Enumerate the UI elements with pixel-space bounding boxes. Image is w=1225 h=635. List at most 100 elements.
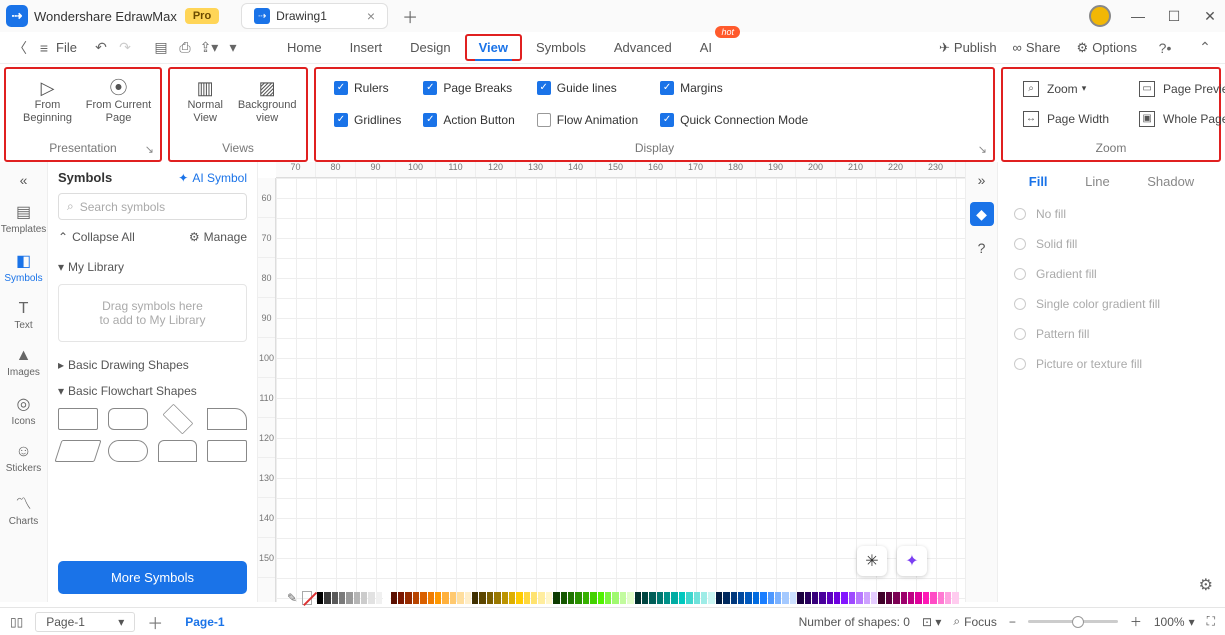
color-swatch[interactable] (413, 592, 419, 604)
whole-page-button[interactable]: ▣Whole Page (1139, 111, 1225, 127)
color-swatch[interactable] (383, 592, 389, 604)
color-swatch[interactable] (708, 592, 714, 604)
collapse-ribbon-button[interactable]: ⌃ (1193, 39, 1217, 56)
color-swatch[interactable] (627, 592, 633, 604)
hamburger-icon[interactable]: ≡ (32, 40, 56, 56)
nav-icons[interactable]: ◎Icons (0, 388, 47, 433)
shape-card[interactable] (207, 408, 247, 430)
print-button[interactable]: ⎙ (173, 39, 197, 56)
ai-symbol-button[interactable]: ✦AI Symbol (178, 171, 247, 185)
fill-tool-icon[interactable]: ◆ (970, 202, 994, 226)
color-swatch[interactable] (856, 592, 862, 604)
color-swatch[interactable] (768, 592, 774, 604)
shape-round-rect[interactable] (108, 408, 148, 430)
nav-images[interactable]: ▲Images (0, 341, 47, 384)
background-view-button[interactable]: ▨Background view (236, 82, 298, 125)
eyedropper-icon[interactable]: ✎ (287, 591, 297, 605)
color-swatch[interactable] (420, 592, 426, 604)
color-swatch[interactable] (346, 592, 352, 604)
more-quickaccess[interactable]: ▾ (221, 39, 245, 56)
color-swatch[interactable] (723, 592, 729, 604)
chk-quick-connection[interactable]: ✓Quick Connection Mode (660, 113, 808, 127)
color-swatch[interactable] (775, 592, 781, 604)
popout-icon[interactable]: ↘ (145, 143, 154, 156)
nav-stickers[interactable]: ☺Stickers (0, 437, 47, 480)
color-swatch[interactable] (376, 592, 382, 604)
share-button[interactable]: ∞Share (1013, 40, 1061, 55)
page-preview-button[interactable]: ▭Page Preview (1139, 81, 1225, 97)
page-width-button[interactable]: ↔Page Width (1023, 111, 1109, 127)
color-swatch[interactable] (938, 592, 944, 604)
chk-gridlines[interactable]: ✓Gridlines (334, 113, 401, 127)
color-swatch[interactable] (745, 592, 751, 604)
from-beginning-button[interactable]: ▷From Beginning (14, 82, 81, 125)
color-swatch[interactable] (568, 592, 574, 604)
page-selector[interactable]: Page-1▾ (35, 612, 135, 632)
color-swatch[interactable] (428, 592, 434, 604)
color-swatch[interactable] (753, 592, 759, 604)
color-swatch[interactable] (516, 592, 522, 604)
focus-button[interactable]: ⌕Focus (953, 614, 996, 629)
menu-insert[interactable]: Insert (336, 34, 397, 61)
color-swatch[interactable] (694, 592, 700, 604)
color-swatch[interactable] (435, 592, 441, 604)
color-swatch[interactable] (812, 592, 818, 604)
color-swatch[interactable] (361, 592, 367, 604)
tab-line[interactable]: Line (1085, 174, 1110, 189)
color-swatch[interactable] (612, 592, 618, 604)
chk-page-breaks[interactable]: ✓Page Breaks (423, 81, 514, 95)
chk-flow-animation[interactable]: Flow Animation (537, 113, 638, 127)
more-symbols-button[interactable]: More Symbols (58, 561, 247, 594)
color-swatch[interactable] (583, 592, 589, 604)
zoom-value[interactable]: 100% ▾ (1154, 615, 1195, 629)
color-swatch[interactable] (827, 592, 833, 604)
zoom-slider[interactable] (1028, 620, 1118, 623)
color-swatch[interactable] (465, 592, 471, 604)
color-swatch[interactable] (553, 592, 559, 604)
color-swatch[interactable] (731, 592, 737, 604)
fill-option[interactable]: Solid fill (1010, 229, 1213, 259)
document-tab[interactable]: ⇢ Drawing1 × (241, 3, 388, 29)
color-swatch[interactable] (457, 592, 463, 604)
color-swatch[interactable] (620, 592, 626, 604)
add-page-button[interactable]: ＋ (147, 610, 163, 634)
shape-data[interactable] (158, 440, 198, 462)
color-swatch[interactable] (317, 592, 323, 604)
color-swatch[interactable] (598, 592, 604, 604)
fill-option[interactable]: Pattern fill (1010, 319, 1213, 349)
collapse-all-button[interactable]: ⌃Collapse All (58, 230, 135, 244)
color-swatch[interactable] (760, 592, 766, 604)
minimize-button[interactable]: ― (1129, 8, 1147, 24)
nav-text[interactable]: TText (0, 294, 47, 337)
color-swatch[interactable] (871, 592, 877, 604)
file-menu[interactable]: File (56, 40, 77, 55)
manage-button[interactable]: ⚙Manage (189, 230, 247, 244)
menu-advanced[interactable]: Advanced (600, 34, 686, 61)
color-swatch[interactable] (908, 592, 914, 604)
nav-templates[interactable]: ▤Templates (0, 196, 47, 241)
chk-rulers[interactable]: ✓Rulers (334, 81, 401, 95)
color-swatch[interactable] (546, 592, 552, 604)
nav-charts[interactable]: 〽Charts (0, 484, 47, 533)
fill-option[interactable]: No fill (1010, 199, 1213, 229)
ai-assist-button[interactable]: ✳ (857, 546, 887, 576)
color-swatch[interactable] (790, 592, 796, 604)
color-swatch[interactable] (671, 592, 677, 604)
color-swatch[interactable] (509, 592, 515, 604)
chk-margins[interactable]: ✓Margins (660, 81, 808, 95)
color-swatch[interactable] (391, 592, 397, 604)
undo-button[interactable]: ↶ (89, 39, 113, 56)
close-window-button[interactable]: ✕ (1201, 8, 1219, 25)
color-swatch[interactable] (657, 592, 663, 604)
color-swatch[interactable] (575, 592, 581, 604)
color-swatch[interactable] (442, 592, 448, 604)
help-icon[interactable]: ? (970, 236, 994, 260)
maximize-button[interactable]: ☐ (1165, 8, 1183, 25)
menu-home[interactable]: Home (273, 34, 336, 61)
color-swatch[interactable] (864, 592, 870, 604)
collapse-left-icon[interactable]: « (16, 168, 32, 192)
color-swatch[interactable] (561, 592, 567, 604)
color-swatch[interactable] (502, 592, 508, 604)
tab-shadow[interactable]: Shadow (1147, 174, 1194, 189)
color-swatch[interactable] (849, 592, 855, 604)
